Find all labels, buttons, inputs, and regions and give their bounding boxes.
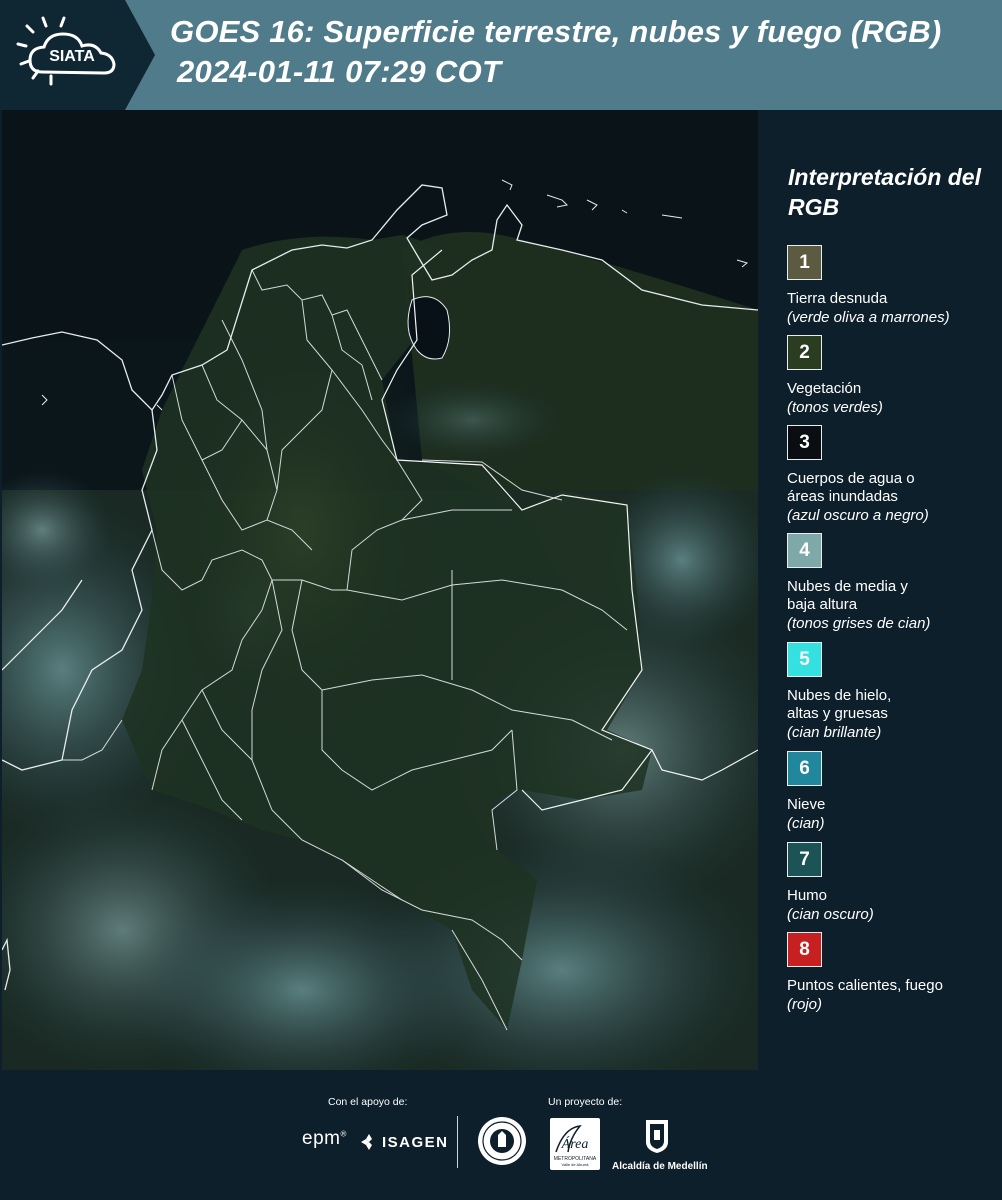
page-timestamp: 2024-01-11 07:29 COT <box>177 54 502 89</box>
legend-label: Humo <box>787 887 828 904</box>
alcaldia-logo[interactable]: Alcaldía de Medellín <box>612 1116 708 1172</box>
footer-divider <box>457 1116 458 1168</box>
legend-item-7: 7 Humo (cian oscuro) <box>787 842 999 924</box>
legend-sub: (cian brillante) <box>787 724 882 741</box>
legend-item-8: 8 Puntos calientes, fuego (rojo) <box>787 932 999 1014</box>
legend-sub: (azul oscuro a negro) <box>787 507 929 524</box>
project-label: Un proyecto de: <box>548 1096 623 1108</box>
legend-label: Nubes de media y baja altura <box>787 578 908 613</box>
legend-label: Nieve <box>787 796 826 813</box>
area-logo-sub2: Valle de Aburrá <box>561 1162 589 1167</box>
legend-label: Nubes de hielo, altas y gruesas <box>787 687 892 722</box>
legend-sub: (verde oliva a marrones) <box>787 309 950 326</box>
footer: Con el apoyo de: Un proyecto de: epm® IS… <box>0 1070 1002 1200</box>
swatch-bare-soil: 1 <box>787 245 822 280</box>
map-canvas <box>2 110 758 1070</box>
legend-sub: (rojo) <box>787 996 823 1013</box>
legend-sub: (cian oscuro) <box>787 906 874 923</box>
isagen-logo[interactable]: ISAGEN <box>360 1130 449 1154</box>
legend-title: Interpretación del RGB <box>788 164 981 220</box>
isagen-logo-text: ISAGEN <box>382 1133 449 1151</box>
epm-logo-text: epm <box>302 1128 341 1149</box>
siata-logo-text: SIATA <box>49 48 95 65</box>
swatch-smoke: 7 <box>787 842 822 877</box>
swatch-low-clouds: 4 <box>787 533 822 568</box>
swatch-vegetation: 2 <box>787 335 822 370</box>
swatch-snow: 6 <box>787 751 822 786</box>
swatch-ice-clouds: 5 <box>787 642 822 677</box>
legend-item-5: 5 Nubes de hielo, altas y gruesas (cian … <box>787 642 999 742</box>
legend-label: Cuerpos de agua o áreas inundadas <box>787 470 915 505</box>
university-seal-logo[interactable] <box>476 1115 528 1167</box>
legend-sub: (tonos verdes) <box>787 399 883 416</box>
area-logo-text: Área <box>561 1135 589 1152</box>
legend-panel: Interpretación del RGB 1 Tierra desnuda … <box>760 110 1002 1070</box>
alcaldia-shield-icon <box>646 1120 668 1153</box>
legend-label: Tierra desnuda <box>787 290 888 307</box>
legend-item-2: 2 Vegetación (tonos verdes) <box>787 335 999 417</box>
page-title: GOES 16: Superficie terrestre, nubes y f… <box>170 14 942 49</box>
legend-item-6: 6 Nieve (cian) <box>787 751 999 833</box>
legend-item-4: 4 Nubes de media y baja altura (tonos gr… <box>787 533 999 633</box>
isagen-icon <box>361 1134 372 1150</box>
header: SIATA GOES 16: Superficie terrestre, nub… <box>0 0 1002 110</box>
legend-label: Vegetación <box>787 380 862 397</box>
satellite-map[interactable] <box>2 110 758 1070</box>
epm-logo[interactable]: epm® <box>302 1128 347 1150</box>
siata-logo[interactable]: SIATA <box>0 0 155 110</box>
legend-item-3: 3 Cuerpos de agua o áreas inundadas (azu… <box>787 425 999 525</box>
swatch-water: 3 <box>787 425 822 460</box>
legend-item-1: 1 Tierra desnuda (verde oliva a marrones… <box>787 245 999 327</box>
legend-label: Puntos calientes, fuego <box>787 977 943 994</box>
area-metropolitana-logo[interactable]: Área METROPOLITANA Valle de Aburrá <box>550 1118 600 1170</box>
legend-sub: (cian) <box>787 815 825 832</box>
legend-sub: (tonos grises de cian) <box>787 615 931 632</box>
swatch-fire: 8 <box>787 932 822 967</box>
alcaldia-logo-text: Alcaldía de Medellín <box>612 1161 708 1172</box>
support-label: Con el apoyo de: <box>328 1096 408 1108</box>
